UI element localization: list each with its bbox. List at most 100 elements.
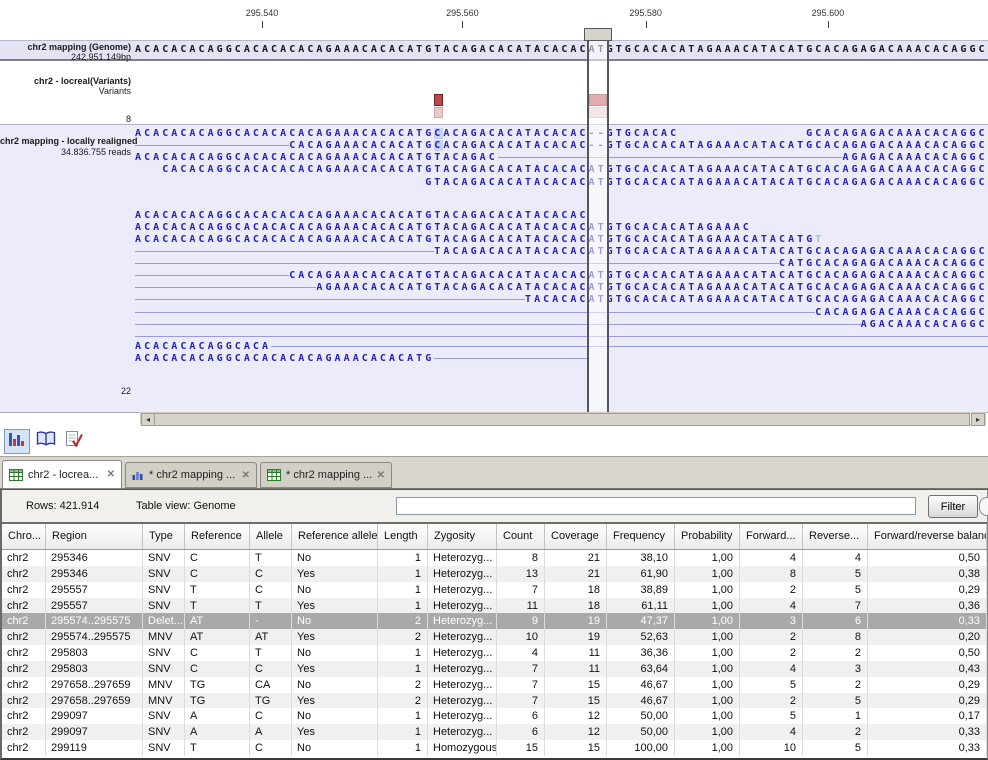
aligned-read[interactable]: CACAGAGACAAACACAGGC (815, 307, 987, 318)
table-cell: T (185, 598, 250, 614)
sequence-browser[interactable]: chr2 mapping (Genome) 242.951.149bp chr2… (0, 0, 988, 428)
aligned-read[interactable]: CACAGAAACACACATGTACAGACACATACACACATGTGCA… (289, 270, 987, 281)
aligned-read[interactable]: ACAGACACATACACAC (443, 140, 588, 151)
read-pair-line (135, 287, 316, 288)
table-row[interactable]: chr2295803SNVCTNo1Heterozyg...41136,361,… (2, 645, 987, 661)
aligned-read[interactable]: GTGCACAC (607, 128, 680, 139)
aligned-read[interactable]: GCACAGAGACAAACACAGGC (806, 128, 987, 139)
aligned-read[interactable]: TACAGACACATACACACATGTGCACACATAGAAACATACA… (434, 246, 987, 257)
table-row[interactable]: chr2299119SNVTCNo1Homozygous1515100,001,… (2, 740, 987, 756)
column-header[interactable]: Count (497, 524, 545, 549)
table-cell: SNV (143, 708, 185, 724)
aligned-read[interactable]: C (434, 128, 443, 139)
column-header[interactable]: Zygosity (428, 524, 497, 549)
table-row[interactable]: chr2299097SNVAAYes1Heterozyg...61250,001… (2, 724, 987, 740)
table-row[interactable]: chr2295346SNVCCYes1Heterozyg...132161,90… (2, 566, 987, 582)
column-header[interactable]: Reference (185, 524, 250, 549)
table-cell: C (250, 582, 292, 598)
aligned-read[interactable]: CACACAGGCACACACACAGAAACACACATGTACAGACACA… (162, 164, 987, 175)
table-cell: 19 (545, 613, 607, 629)
aligned-read[interactable]: ACACACACAGGCACACACACAGAAACACACATG (135, 128, 434, 139)
table-cell: 7 (497, 661, 545, 677)
table-row[interactable]: chr2295574..295575MNVATATYes2Heterozyg..… (2, 629, 987, 645)
aligned-read[interactable]: ACACACACAGGCACACACACAGAAACACACATGTACAGAC… (135, 222, 752, 233)
book-view-button[interactable] (33, 429, 59, 454)
aligned-read[interactable]: ACACACACAGGCACACACACAGAAACACACATG (135, 353, 434, 364)
table-cell: 21 (545, 566, 607, 582)
column-header[interactable]: Frequency (607, 524, 675, 549)
tab-close-icon[interactable]: ✕ (377, 470, 385, 481)
collapsed-panel-handle[interactable] (979, 497, 988, 516)
aligned-read[interactable]: ACACACACAGGCACA (135, 341, 271, 352)
aligned-read[interactable]: AGACAAACACAGGC (861, 319, 988, 330)
filter-button[interactable]: Filter (928, 495, 978, 518)
column-header[interactable]: Forward/reverse balance (868, 524, 987, 549)
aligned-read[interactable]: GTGCACACATAGAAACATACATGCACAGAGACAAACACAG… (607, 140, 988, 151)
column-header[interactable]: Reference allele (292, 524, 378, 549)
table-cell: 1 (378, 566, 428, 582)
table-cell: 1 (378, 550, 428, 566)
table-cell: 1 (378, 598, 428, 614)
tab-3[interactable]: * chr2 mapping ...✕ (260, 462, 392, 488)
selection-right-line[interactable] (607, 29, 609, 412)
table-row[interactable]: chr2295557SNVTCNo1Heterozyg...71838,891,… (2, 582, 987, 598)
aligned-read[interactable]: AGAAACACACATGTACAGACACATACACACATGTGCACAC… (316, 282, 987, 293)
column-header[interactable]: Allele (250, 524, 292, 549)
table-edit-view-button[interactable] (61, 429, 87, 454)
table-cell: 1 (378, 740, 428, 756)
tab-close-icon[interactable]: ✕ (242, 470, 250, 481)
table-cell: 1 (378, 582, 428, 598)
aligned-read[interactable]: CATGCACAGAGACAAACACAGGC (779, 258, 988, 269)
table-cell: Yes (292, 598, 378, 614)
aligned-read[interactable]: CACAGAAACACACATG (289, 140, 434, 151)
table-cell: TG (250, 693, 292, 709)
table-cell: Yes (292, 724, 378, 740)
table-cell: TG (185, 693, 250, 709)
selection-handle[interactable] (584, 28, 612, 41)
reference-sequence: ACACACACAGGCACACACACAGAAACACACATGTACAGAC… (135, 44, 988, 55)
tab-2[interactable]: * chr2 mapping ...✕ (125, 462, 257, 488)
tab-1[interactable]: chr2 - locrea...✕ (2, 460, 122, 489)
table-cell: C (185, 550, 250, 566)
tab-close-icon[interactable]: ✕ (107, 469, 115, 480)
column-header[interactable]: Coverage (545, 524, 607, 549)
table-row[interactable]: chr2295803SNVCCYes1Heterozyg...71163,641… (2, 661, 987, 677)
column-header[interactable]: Region (46, 524, 143, 549)
table-row[interactable]: chr2295574..295575Delet...AT-No2Heterozy… (2, 613, 987, 629)
graph-view-button[interactable] (4, 429, 30, 454)
aligned-read[interactable]: ACACACACAGGCACACACACAGAAACACACATGTACAGAC… (135, 234, 815, 245)
aligned-read[interactable]: ACACACACAGGCACACACACAGAAACACACATGTACAGAC… (135, 210, 589, 221)
column-header[interactable]: Type (143, 524, 185, 549)
table-control-bar: Rows: 421.914 Table view: Genome Filter (2, 490, 987, 524)
column-header[interactable]: Reverse... (803, 524, 868, 549)
table-cell: 6 (497, 708, 545, 724)
table-cell: 46,67 (607, 693, 675, 709)
rows-count-label: Rows: 421.914 (26, 500, 99, 512)
table-cell: Heterozyg... (428, 645, 497, 661)
aligned-read[interactable]: ACAGACACATACACAC (443, 128, 588, 139)
aligned-read[interactable]: T (815, 234, 824, 245)
aligned-read[interactable]: AGAGACAAACACAGGC (842, 152, 987, 163)
column-header[interactable]: Chro... (2, 524, 46, 549)
column-header[interactable]: Length (378, 524, 428, 549)
column-header[interactable]: Probability (675, 524, 740, 549)
column-header[interactable]: Forward... (740, 524, 803, 549)
table-cell: T (250, 598, 292, 614)
table-row[interactable]: chr2295557SNVTTYes1Heterozyg...111861,11… (2, 598, 987, 614)
aligned-read[interactable]: C (434, 140, 443, 151)
table-row[interactable]: chr2297658..297659MNVTGTGYes2Heterozyg..… (2, 693, 987, 709)
table-row[interactable]: chr2299097SNVACNo1Heterozyg...61250,001,… (2, 708, 987, 724)
table-row[interactable]: chr2297658..297659MNVTGCANo2Heterozyg...… (2, 677, 987, 693)
table-cell: 15 (545, 677, 607, 693)
table-row[interactable]: chr2295346SNVCTNo1Heterozyg...82138,101,… (2, 550, 987, 566)
table-cell: MNV (143, 693, 185, 709)
table-cell: 4 (740, 550, 803, 566)
table-cell: C (250, 661, 292, 677)
selection-left-line[interactable] (587, 29, 589, 412)
variant-marker[interactable] (434, 94, 443, 106)
table-cell: SNV (143, 550, 185, 566)
aligned-read[interactable]: GTACAGACACATACACACATGTGCACACATAGAAACATAC… (425, 177, 987, 188)
aligned-read[interactable]: ACACACACAGGCACACACACAGAAACACACATGTACAGAC (135, 152, 498, 163)
filter-input[interactable] (396, 497, 916, 515)
table-cell: TG (185, 677, 250, 693)
